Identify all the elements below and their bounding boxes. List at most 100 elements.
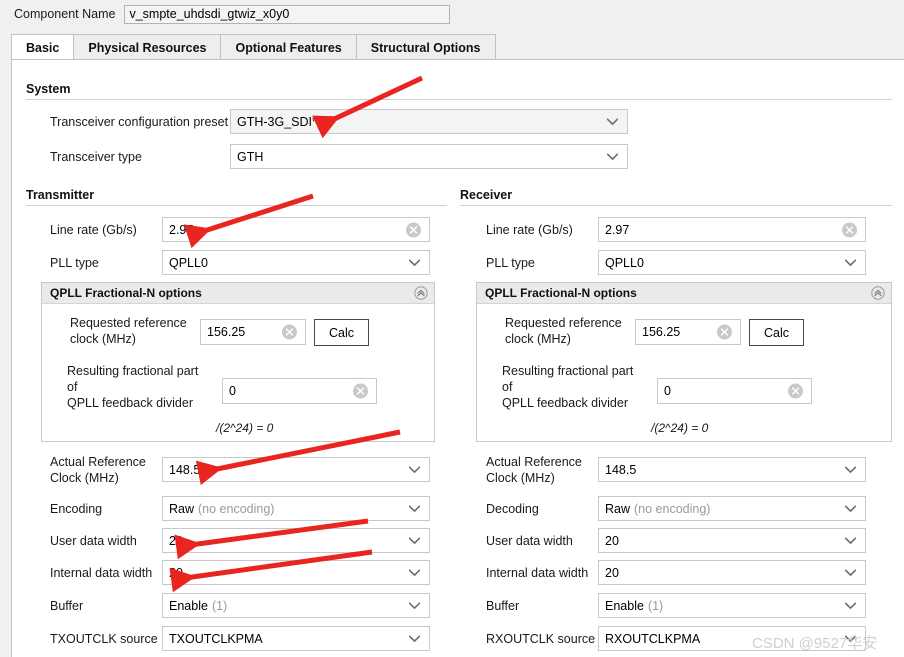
rx-calc-button[interactable]: Calc: [749, 319, 804, 346]
chevron-down-icon: [845, 537, 856, 544]
rx-user-data-width-select[interactable]: 20: [598, 528, 866, 553]
tx-internal-data-width-select[interactable]: 20: [162, 560, 430, 585]
rx-frac-label-line2: of: [502, 380, 513, 394]
rx-decoding-select[interactable]: Raw (no encoding): [598, 496, 866, 521]
rx-actual-ref-clock-label-line2: Clock (MHz): [486, 471, 555, 485]
tx-pll-type-value: QPLL0: [169, 255, 208, 270]
tx-outclk-source-value: TXOUTCLKPMA: [169, 631, 263, 646]
rx-actual-ref-clock-label-line1: Actual Reference: [486, 455, 582, 469]
tx-buffer-select[interactable]: Enable (1): [162, 593, 430, 618]
chevron-down-icon: [409, 259, 420, 266]
rx-buffer-value: Enable: [605, 598, 644, 613]
rx-line-rate-label: Line rate (Gb/s): [486, 222, 573, 237]
tx-fractional-part-note: /(2^24) = 0: [216, 421, 274, 435]
transceiver-preset-value: GTH-3G_SDI*: [237, 114, 317, 129]
component-name-label: Component Name: [14, 7, 116, 21]
tx-outclk-source-label: TXOUTCLK source: [50, 631, 158, 646]
tab-label: Optional Features: [235, 40, 342, 55]
row-tx-actual-ref-clock: Actual Reference Clock (MHz) 148.5: [50, 454, 430, 486]
tx-frac-label-line1: Resulting fractional part: [67, 364, 199, 378]
tab-bar: Basic Physical Resources Optional Featur…: [11, 34, 904, 60]
component-name-bar: Component Name v_smpte_uhdsdi_gtwiz_x0y0: [0, 0, 904, 28]
tx-req-ref-clock-label-line1: Requested reference: [70, 316, 187, 330]
rx-line-rate-input[interactable]: 2.97: [598, 217, 866, 242]
clear-icon[interactable]: [406, 222, 421, 237]
row-rx-buffer: Buffer Enable (1): [486, 593, 866, 618]
system-section-title: System: [26, 82, 71, 96]
component-name-input[interactable]: v_smpte_uhdsdi_gtwiz_x0y0: [124, 4, 451, 24]
tab-basic[interactable]: Basic: [11, 34, 74, 60]
rx-internal-data-width-select[interactable]: 20: [598, 560, 866, 585]
tab-optional-features[interactable]: Optional Features: [220, 34, 356, 60]
tx-user-data-width-value: 20: [169, 533, 183, 548]
chevron-down-icon: [845, 602, 856, 609]
chevron-down-icon: [845, 466, 856, 473]
row-tx-outclk-source: TXOUTCLK source TXOUTCLKPMA: [50, 626, 430, 651]
clear-icon[interactable]: [788, 383, 803, 399]
tx-line-rate-input[interactable]: 2.97: [162, 217, 430, 242]
tx-line-rate-label: Line rate (Gb/s): [50, 222, 137, 237]
rx-fractional-part-input[interactable]: 0: [657, 378, 812, 404]
tx-actual-ref-clock-select[interactable]: 148.5: [162, 457, 430, 482]
chevron-down-icon: [607, 118, 618, 125]
tx-encoding-select[interactable]: Raw (no encoding): [162, 496, 430, 521]
rx-req-ref-clock-label-line1: Requested reference: [505, 316, 622, 330]
tx-fractional-part-input[interactable]: 0: [222, 378, 377, 404]
rx-outclk-source-select[interactable]: RXOUTCLKPMA: [598, 626, 866, 651]
rx-pll-type-select[interactable]: QPLL0: [598, 250, 866, 275]
tx-frac-label-line3: QPLL feedback divider: [67, 396, 194, 410]
rx-buffer-label: Buffer: [486, 598, 520, 613]
rx-buffer-value-note: (1): [647, 598, 664, 613]
rx-line-rate-value: 2.97: [605, 222, 630, 237]
tx-requested-ref-clock-input[interactable]: 156.25: [200, 319, 306, 345]
rx-qpll-group-title: QPLL Fractional-N options: [485, 286, 637, 300]
transceiver-type-label: Transceiver type: [50, 149, 142, 164]
clear-icon[interactable]: [353, 383, 368, 399]
tx-buffer-value: Enable: [169, 598, 208, 613]
rx-pll-type-value: QPLL0: [605, 255, 644, 270]
clear-icon[interactable]: [717, 324, 732, 340]
row-tx-buffer: Buffer Enable (1): [50, 593, 430, 618]
rx-requested-ref-clock-input[interactable]: 156.25: [635, 319, 741, 345]
clear-icon[interactable]: [282, 324, 297, 340]
chevron-down-icon: [409, 466, 420, 473]
chevron-down-icon: [845, 505, 856, 512]
transmitter-section-divider: [26, 205, 447, 206]
rx-requested-ref-clock-label: Requested reference clock (MHz): [505, 315, 633, 347]
tab-physical-resources[interactable]: Physical Resources: [73, 34, 221, 60]
collapse-icon[interactable]: [871, 286, 885, 300]
chevron-down-icon: [409, 569, 420, 576]
receiver-section-divider: [460, 205, 892, 206]
transceiver-preset-label: Transceiver configuration preset: [50, 114, 229, 129]
chevron-down-icon: [845, 569, 856, 576]
tx-user-data-width-select[interactable]: 20: [162, 528, 430, 553]
tx-encoding-value: Raw: [169, 501, 195, 516]
tx-fractional-part-label: Resulting fractional part of QPLL feedba…: [67, 363, 217, 411]
system-section: System: [26, 82, 892, 100]
rx-qpll-group-header: QPLL Fractional-N options: [477, 283, 891, 304]
tab-structural-options[interactable]: Structural Options: [355, 34, 496, 60]
tx-pll-type-label: PLL type: [50, 255, 99, 270]
tx-encoding-value-note: (no encoding): [198, 501, 275, 516]
transceiver-type-select[interactable]: GTH: [230, 144, 628, 169]
chevron-down-icon: [845, 259, 856, 266]
rx-buffer-select[interactable]: Enable (1): [598, 593, 866, 618]
tx-pll-type-select[interactable]: QPLL0: [162, 250, 430, 275]
tx-line-rate-value: 2.97: [169, 222, 194, 237]
rx-fractional-part-note: /(2^24) = 0: [651, 421, 709, 435]
tx-qpll-fractional-n-group: QPLL Fractional-N options Requested refe…: [41, 282, 435, 442]
row-rx-outclk-source: RXOUTCLK source RXOUTCLKPMA: [486, 626, 866, 651]
rx-decoding-value: Raw: [605, 501, 631, 516]
rx-frac-label-line3: QPLL feedback divider: [502, 396, 629, 410]
transmitter-section-title: Transmitter: [26, 188, 95, 202]
rx-fractional-part-value: 0: [664, 384, 671, 398]
transceiver-preset-select[interactable]: GTH-3G_SDI*: [230, 109, 628, 134]
rx-req-ref-clock-label-line2: clock (MHz): [505, 332, 571, 346]
clear-icon[interactable]: [842, 222, 857, 237]
tx-calc-button[interactable]: Calc: [314, 319, 369, 346]
tx-outclk-source-select[interactable]: TXOUTCLKPMA: [162, 626, 430, 651]
row-rx-line-rate: Line rate (Gb/s) 2.97: [486, 217, 866, 242]
collapse-icon[interactable]: [414, 286, 428, 300]
rx-actual-ref-clock-select[interactable]: 148.5: [598, 457, 866, 482]
row-rx-pll-type: PLL type QPLL0: [486, 250, 866, 275]
